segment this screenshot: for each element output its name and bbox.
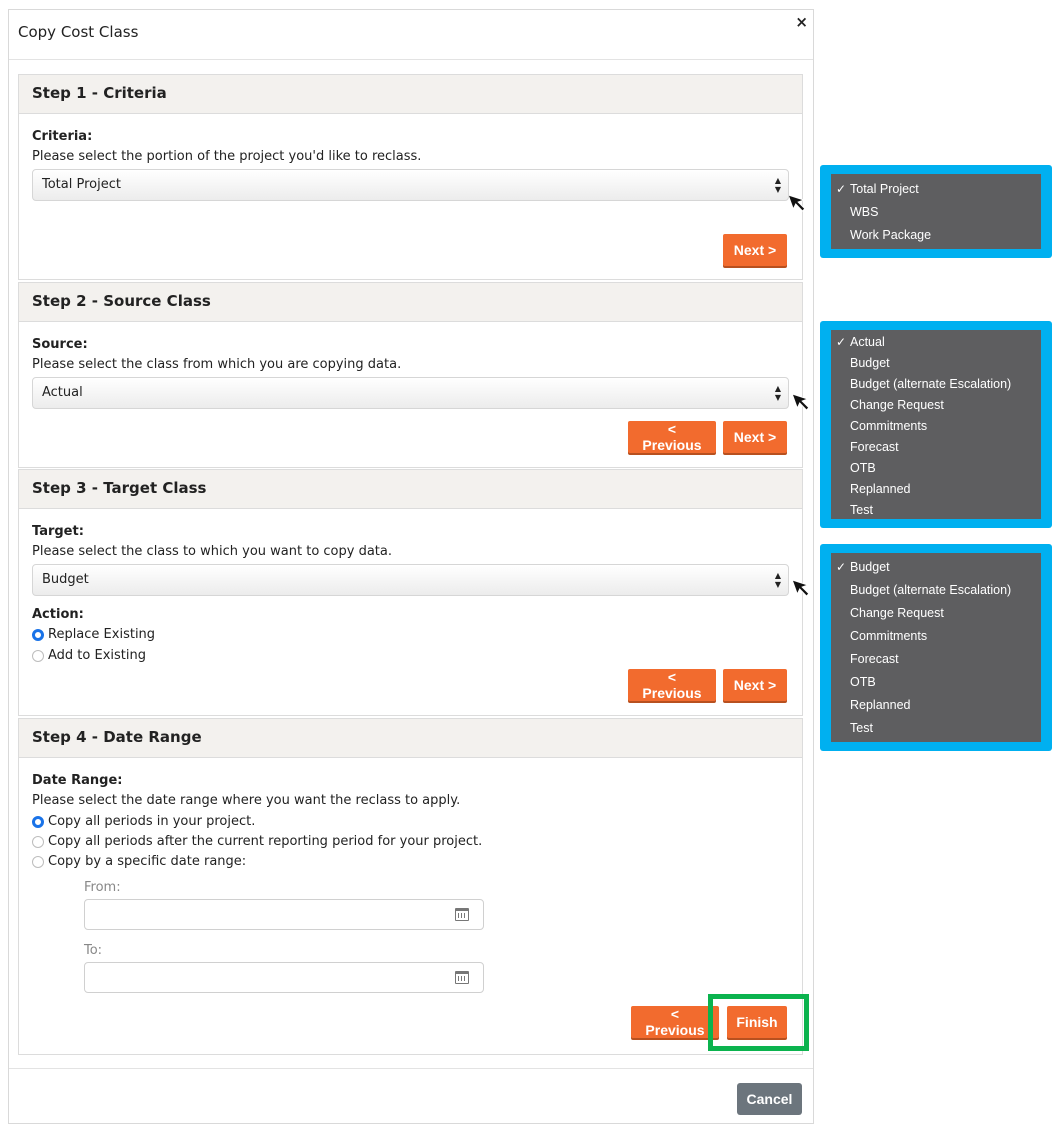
step2-next-button[interactable]: Next > (723, 421, 787, 453)
step1-panel: Step 1 - Criteria Criteria: Please selec… (18, 74, 803, 280)
criteria-help: Please select the portion of the project… (32, 149, 422, 164)
select-arrows-icon: ▲ ▼ (774, 571, 781, 589)
action-replace-label: Replace Existing (48, 627, 156, 642)
target-option-commitments[interactable]: Commitments (831, 625, 1041, 648)
criteria-dropdown-callout: ✓ Total Project WBS Work Package (820, 165, 1052, 258)
to-label: To: (84, 943, 103, 958)
criteria-select-value: Total Project (42, 177, 121, 192)
step2-title: Step 2 - Source Class (19, 283, 802, 322)
step2-previous-button[interactable]: < Previous (628, 421, 716, 453)
date-option-specific-radio[interactable] (32, 855, 44, 868)
date-option-specific[interactable]: Copy by a specific date range: (32, 854, 246, 869)
target-dropdown-list: ✓ Budget Budget (alternate Escalation) Ch… (831, 553, 1041, 742)
step1-next-button[interactable]: Next > (723, 234, 787, 266)
source-select-value: Actual (42, 385, 83, 400)
criteria-label: Criteria: (32, 129, 93, 144)
select-arrows-icon: ▲ ▼ (774, 176, 781, 194)
source-option-change-request[interactable]: Change Request (831, 395, 1041, 416)
modal-title: Copy Cost Class (18, 23, 139, 41)
to-date-input[interactable] (84, 962, 484, 993)
criteria-dropdown-list: ✓ Total Project WBS Work Package (831, 174, 1041, 249)
target-select[interactable]: Budget ▲ ▼ (32, 564, 789, 596)
date-option-all-radio[interactable] (32, 815, 44, 828)
target-option-forecast[interactable]: Forecast (831, 648, 1041, 671)
target-option-change-request[interactable]: Change Request (831, 602, 1041, 625)
date-range-label: Date Range: (32, 773, 123, 788)
check-icon: ✓ (836, 335, 847, 349)
step1-title: Step 1 - Criteria (19, 75, 802, 114)
source-label: Source: (32, 337, 88, 352)
target-dropdown-callout: ✓ Budget Budget (alternate Escalation) Ch… (820, 544, 1052, 751)
modal-footer: Cancel (9, 1068, 813, 1125)
step4-previous-button[interactable]: < Previous (631, 1006, 719, 1038)
target-label: Target: (32, 524, 84, 539)
action-replace-radio[interactable] (32, 628, 44, 641)
check-icon: ✓ (836, 182, 847, 196)
source-option-budget-alternate[interactable]: Budget (alternate Escalation) (831, 374, 1041, 395)
date-option-all-label: Copy all periods in your project. (48, 814, 256, 829)
date-option-after-current-radio[interactable] (32, 835, 44, 848)
source-dropdown-list: ✓ Actual Budget Budget (alternate Escalat… (831, 330, 1041, 519)
from-date-input[interactable] (84, 899, 484, 930)
step4-panel: Step 4 - Date Range Date Range: Please s… (18, 718, 803, 1055)
target-option-otb[interactable]: OTB (831, 671, 1041, 694)
step3-next-button[interactable]: Next > (723, 669, 787, 701)
check-icon: ✓ (836, 560, 847, 574)
criteria-option-work-package[interactable]: Work Package (831, 224, 1041, 247)
source-option-replanned[interactable]: Replanned (831, 479, 1041, 500)
finish-button[interactable]: Finish (727, 1006, 787, 1038)
target-option-budget[interactable]: ✓ Budget (831, 556, 1041, 579)
calendar-icon[interactable] (455, 971, 469, 984)
step3-title: Step 3 - Target Class (19, 470, 802, 509)
source-option-actual[interactable]: ✓ Actual (831, 332, 1041, 353)
source-select[interactable]: Actual ▲ ▼ (32, 377, 789, 409)
target-option-replanned[interactable]: Replanned (831, 694, 1041, 717)
criteria-option-total-project[interactable]: ✓ Total Project (831, 178, 1041, 201)
action-add-radio[interactable] (32, 649, 44, 662)
target-option-test[interactable]: Test (831, 717, 1041, 740)
source-option-commitments[interactable]: Commitments (831, 416, 1041, 437)
date-option-specific-label: Copy by a specific date range: (48, 854, 247, 869)
source-dropdown-callout: ✓ Actual Budget Budget (alternate Escalat… (820, 321, 1052, 528)
criteria-select[interactable]: Total Project ▲ ▼ (32, 169, 789, 201)
source-option-forecast[interactable]: Forecast (831, 437, 1041, 458)
step3-panel: Step 3 - Target Class Target: Please sel… (18, 469, 803, 716)
action-add-label: Add to Existing (48, 648, 146, 663)
close-icon[interactable]: × (795, 15, 808, 30)
source-option-test[interactable]: Test (831, 500, 1041, 521)
step4-title: Step 4 - Date Range (19, 719, 802, 758)
source-help: Please select the class from which you a… (32, 357, 402, 372)
date-option-all[interactable]: Copy all periods in your project. (32, 814, 255, 829)
select-arrows-icon: ▲ ▼ (774, 384, 781, 402)
action-label: Action: (32, 607, 84, 622)
action-add-option[interactable]: Add to Existing (32, 648, 146, 663)
date-option-after-current-label: Copy all periods after the current repor… (48, 834, 483, 849)
arrow-cursor-icon (793, 393, 810, 411)
source-option-otb[interactable]: OTB (831, 458, 1041, 479)
action-replace-option[interactable]: Replace Existing (32, 627, 155, 642)
source-option-budget[interactable]: Budget (831, 353, 1041, 374)
from-label: From: (84, 880, 121, 895)
target-select-value: Budget (42, 572, 89, 587)
date-range-help: Please select the date range where you w… (32, 793, 461, 808)
step2-panel: Step 2 - Source Class Source: Please sel… (18, 282, 803, 468)
calendar-icon[interactable] (455, 908, 469, 921)
arrow-cursor-icon (789, 194, 806, 212)
date-option-after-current[interactable]: Copy all periods after the current repor… (32, 834, 482, 849)
modal-header: Copy Cost Class × (9, 10, 813, 60)
target-help: Please select the class to which you wan… (32, 544, 392, 559)
cancel-button[interactable]: Cancel (737, 1083, 802, 1115)
copy-cost-class-modal: Copy Cost Class × Step 1 - Criteria Crit… (8, 9, 814, 1124)
arrow-cursor-icon (793, 579, 810, 597)
step3-previous-button[interactable]: < Previous (628, 669, 716, 701)
target-option-budget-alternate[interactable]: Budget (alternate Escalation) (831, 579, 1041, 602)
criteria-option-wbs[interactable]: WBS (831, 201, 1041, 224)
